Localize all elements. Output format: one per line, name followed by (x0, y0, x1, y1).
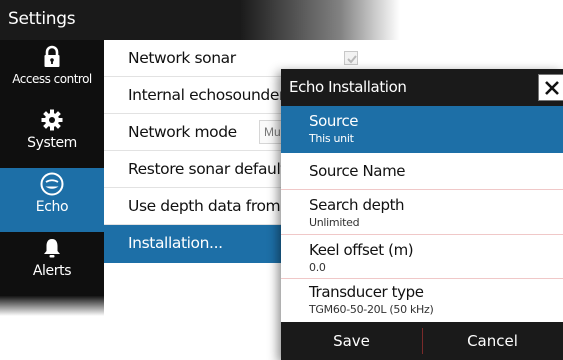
sidebar-item-system[interactable]: System (0, 104, 104, 168)
bell-icon (44, 239, 60, 258)
item-label: Source (309, 112, 359, 130)
dialog-item-source-name[interactable]: Source Name (281, 153, 563, 190)
sidebar-item-label: Echo (35, 199, 69, 215)
sidebar-item-access-control[interactable]: Access control (0, 40, 104, 104)
item-value: Unlimited (309, 216, 360, 229)
close-button[interactable] (538, 74, 563, 101)
dialog-item-source[interactable]: Source This unit (281, 106, 563, 153)
item-label: Source Name (309, 162, 406, 180)
row-label: Installation... (128, 234, 223, 252)
item-label: Keel offset (m) (309, 241, 414, 259)
row-label: Network sonar (128, 49, 236, 67)
dialog-header: Echo Installation (281, 69, 563, 106)
dialog-item-search-depth[interactable]: Search depth Unlimited (281, 190, 563, 235)
network-mode-value: Mu (264, 125, 281, 139)
dialog-item-keel-offset[interactable]: Keel offset (m) 0.0 (281, 235, 563, 279)
dialog-title: Echo Installation (289, 78, 407, 96)
gear-icon (41, 109, 63, 131)
sidebar: Access control System Echo Alerts (0, 40, 104, 296)
item-label: Transducer type (309, 283, 424, 301)
row-label: Internal echosounder (128, 86, 285, 104)
sidebar-item-label: Access control (12, 72, 92, 86)
item-value: 0.0 (309, 261, 326, 274)
network-sonar-checkbox[interactable] (344, 51, 358, 65)
sidebar-fade (0, 296, 104, 316)
item-label: Search depth (309, 196, 405, 214)
close-icon (545, 81, 559, 95)
dialog-item-transducer-type[interactable]: Transducer type TGM60-50-20L (50 kHz) (281, 279, 563, 322)
echo-icon (40, 172, 64, 196)
row-label: Network mode (128, 123, 237, 141)
checkmark-icon (347, 55, 357, 64)
sidebar-item-label: System (27, 135, 77, 151)
dialog-footer: Save Cancel (281, 322, 563, 360)
item-value: This unit (309, 132, 354, 145)
lock-icon (44, 45, 60, 67)
sidebar-item-label: Alerts (32, 263, 72, 279)
row-label: Use depth data from (128, 197, 281, 215)
settings-title-bar: Settings (0, 0, 400, 40)
echo-installation-dialog: Echo Installation Source This unit Sourc… (281, 69, 563, 360)
cancel-button[interactable]: Cancel (422, 322, 563, 360)
sidebar-item-echo[interactable]: Echo (0, 168, 104, 232)
save-button[interactable]: Save (281, 322, 422, 360)
item-value: TGM60-50-20L (50 kHz) (309, 303, 434, 316)
page-title: Settings (8, 9, 76, 29)
sidebar-item-alerts[interactable]: Alerts (0, 232, 104, 296)
